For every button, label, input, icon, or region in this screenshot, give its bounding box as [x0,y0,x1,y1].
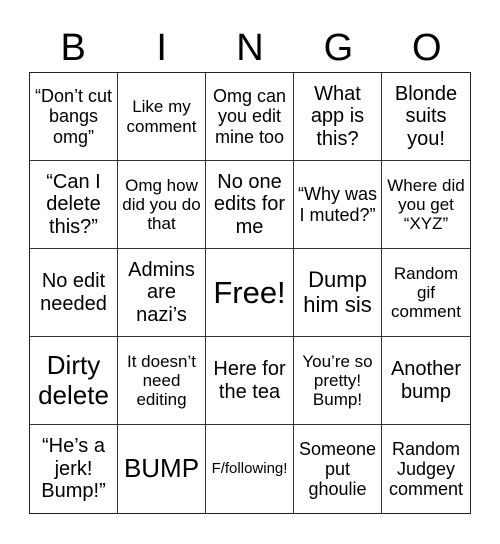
header-letter-i: I [156,27,167,69]
header-letter-o: O [412,27,442,69]
bingo-cell[interactable]: Dump him sis [294,249,382,337]
bingo-cell[interactable]: Another bump [382,337,470,425]
bingo-cell[interactable]: No one edits for me [206,161,294,249]
free-space-cell[interactable]: Free! [206,249,294,337]
bingo-cell[interactable]: Omg how did you do that [118,161,206,249]
bingo-cell[interactable]: Omg can you edit mine too [206,73,294,161]
bingo-cell[interactable]: Admins are nazi’s [118,249,206,337]
header-letter-b: B [60,27,86,69]
bingo-cell[interactable]: What app is this? [294,73,382,161]
bingo-cell[interactable]: No edit needed [30,249,118,337]
bingo-cell[interactable]: Someone put ghoulie [294,425,382,513]
bingo-header: B I N G O [29,26,471,70]
bingo-cell[interactable]: Here for the tea [206,337,294,425]
bingo-cell[interactable]: “Why was I muted?” [294,161,382,249]
bingo-cell[interactable]: Random gif comment [382,249,470,337]
header-letter-g: G [323,27,354,69]
bingo-cell[interactable]: “Can I delete this?” [30,161,118,249]
bingo-cell[interactable]: Random Judgey comment [382,425,470,513]
bingo-board: “Don’t cut bangs omg” Like my comment Om… [29,72,471,514]
bingo-cell[interactable]: Dirty delete [30,337,118,425]
bingo-cell[interactable]: It doesn’t need editing [118,337,206,425]
bingo-cell[interactable]: You’re so pretty! Bump! [294,337,382,425]
bingo-cell[interactable]: “Don’t cut bangs omg” [30,73,118,161]
bingo-cell[interactable]: Where did you get “XYZ” [382,161,470,249]
bingo-cell[interactable]: F/following! [206,425,294,513]
header-letter-n: N [236,27,264,69]
bingo-cell[interactable]: Like my comment [118,73,206,161]
bingo-cell[interactable]: “He’s a jerk! Bump!” [30,425,118,513]
bingo-cell[interactable]: Blonde suits you! [382,73,470,161]
bingo-cell[interactable]: BUMP [118,425,206,513]
